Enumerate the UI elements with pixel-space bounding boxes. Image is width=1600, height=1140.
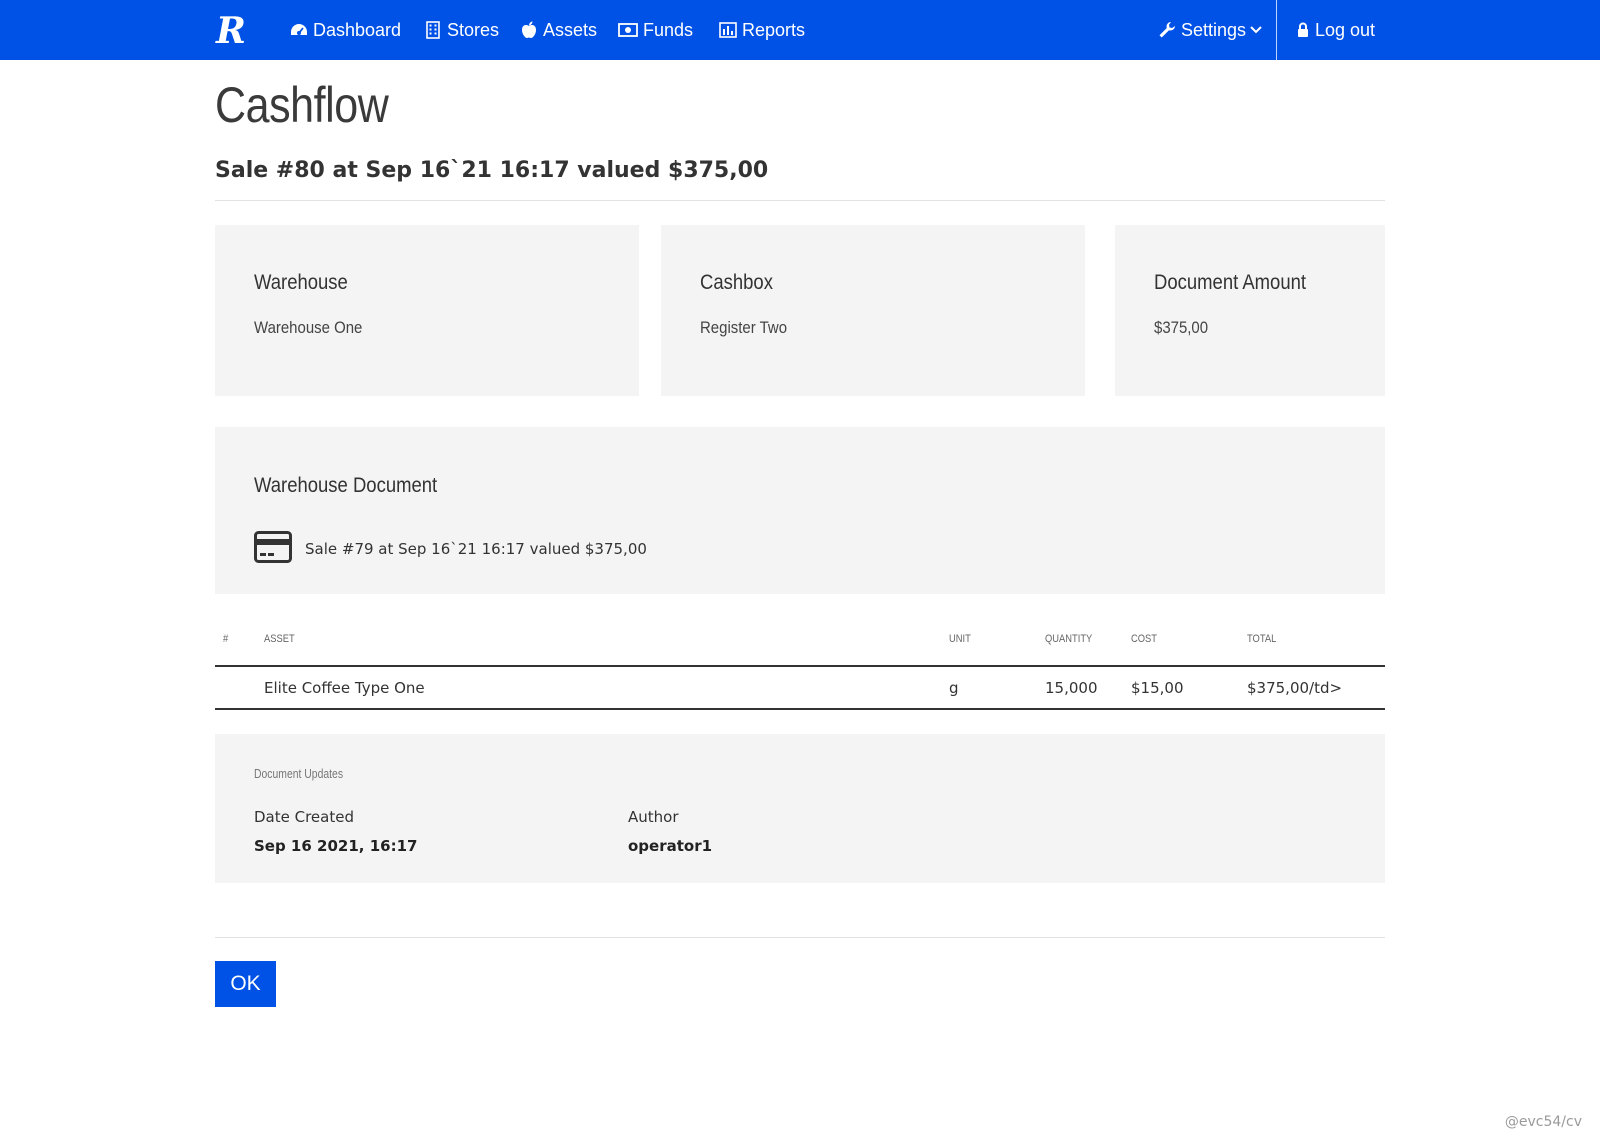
author-value: operator1: [628, 837, 713, 855]
table-header-rule: [215, 665, 1385, 667]
warehouse-document-card: Warehouse Document Sale #79 at Sep 16`21…: [215, 427, 1385, 594]
table-header-cost: Cost: [1131, 633, 1157, 645]
warehouse-card: Warehouse Warehouse One: [215, 225, 639, 396]
nav-funds[interactable]: Funds: [618, 0, 693, 60]
money-icon: [618, 21, 638, 39]
warehouse-document-link[interactable]: Sale #79 at Sep 16`21 16:17 valued $375,…: [254, 531, 647, 567]
table-header-unit: Unit: [949, 633, 971, 645]
bar-chart-icon: [719, 21, 737, 39]
date-created-value: Sep 16 2021, 16:17: [254, 837, 418, 855]
table-header-total: Total: [1247, 633, 1277, 645]
svg-text:R: R: [215, 10, 246, 50]
wrench-icon: [1158, 21, 1176, 39]
table-header-asset: Asset: [264, 633, 295, 645]
table-cell-cost: $15,00: [1131, 679, 1184, 697]
apple-icon: [520, 21, 538, 39]
ok-button[interactable]: OK: [215, 961, 276, 1007]
nav-stores[interactable]: Stores: [424, 0, 499, 60]
nav-divider: [1276, 0, 1277, 60]
warehouse-card-value: Warehouse One: [254, 318, 363, 337]
nav-stores-label: Stores: [447, 19, 500, 40]
cashbox-card: Cashbox Register Two: [661, 225, 1085, 396]
date-created-label: Date Created: [254, 808, 354, 826]
table-header-num: #: [223, 633, 229, 645]
nav-dashboard[interactable]: Dashboard: [290, 0, 401, 60]
nav-settings-dropdown[interactable]: Settings: [1158, 0, 1262, 60]
warehouse-card-title: Warehouse: [254, 271, 348, 294]
nav-reports-label: Reports: [742, 19, 806, 40]
document-updates-label: Document Updates: [254, 766, 344, 781]
watermark: @evc54/cv: [1504, 1114, 1582, 1130]
top-navbar: R Dashboard Stores Assets Funds Reports: [0, 0, 1600, 60]
table-cell-quantity: 15,000: [1045, 679, 1098, 697]
nav-settings-label: Settings: [1181, 19, 1247, 40]
nav-funds-label: Funds: [643, 19, 694, 40]
document-amount-card-title: Document Amount: [1154, 271, 1307, 294]
footer-divider: [215, 937, 1385, 938]
table-cell-asset: Elite Coffee Type One: [264, 679, 425, 697]
tachometer-icon: [290, 21, 308, 39]
chevron-down-icon: [1250, 21, 1262, 39]
brand-logo-icon: R: [215, 10, 246, 52]
document-amount-card: Document Amount $375,00: [1115, 225, 1385, 396]
nav-assets-label: Assets: [543, 19, 598, 40]
cashbox-card-title: Cashbox: [700, 271, 773, 294]
nav-logout-label: Log out: [1315, 19, 1376, 40]
warehouse-document-link-text: Sale #79 at Sep 16`21 16:17 valued $375,…: [305, 540, 647, 558]
building-icon: [424, 21, 442, 39]
nav-dashboard-label: Dashboard: [313, 19, 402, 40]
document-subtitle: Sale #80 at Sep 16`21 16:17 valued $375,…: [215, 158, 769, 183]
table-cell-unit: g: [949, 679, 959, 697]
page-title: Cashflow: [215, 77, 389, 133]
document-updates-card: Document Updates Date Created Sep 16 202…: [215, 734, 1385, 883]
lock-icon: [1296, 21, 1310, 39]
credit-card-icon: [254, 531, 292, 567]
warehouse-document-title: Warehouse Document: [254, 474, 438, 497]
table-cell-total: $375,00/td>: [1247, 679, 1343, 697]
nav-logout[interactable]: Log out: [1296, 0, 1375, 60]
table-header-quantity: Quantity: [1045, 633, 1093, 645]
nav-assets[interactable]: Assets: [520, 0, 597, 60]
title-divider: [215, 200, 1385, 201]
document-amount-card-value: $375,00: [1154, 318, 1209, 337]
author-label: Author: [628, 808, 679, 826]
cashbox-card-value: Register Two: [700, 318, 788, 337]
brand-logo[interactable]: R: [214, 10, 254, 52]
nav-reports[interactable]: Reports: [719, 0, 805, 60]
table-bottom-rule: [215, 708, 1385, 710]
